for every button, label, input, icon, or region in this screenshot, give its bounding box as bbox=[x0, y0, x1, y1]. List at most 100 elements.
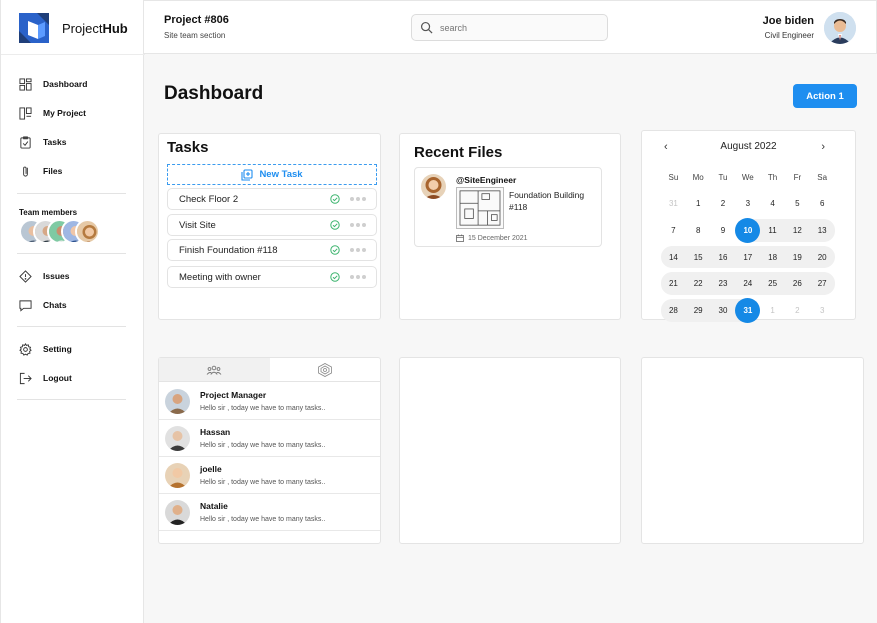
calendar-day[interactable]: 14 bbox=[661, 253, 686, 262]
calendar-day[interactable]: 3 bbox=[810, 306, 835, 315]
calendar-day[interactable]: 2 bbox=[711, 199, 736, 208]
calendar-day[interactable]: 5 bbox=[785, 199, 810, 208]
logo-mark-icon bbox=[19, 13, 49, 43]
calendar-day[interactable]: 12 bbox=[785, 226, 810, 235]
sidebar-divider bbox=[17, 399, 126, 400]
more-options-icon[interactable] bbox=[348, 197, 366, 201]
sidebar-divider bbox=[17, 193, 126, 194]
calendar-day[interactable]: 9 bbox=[711, 226, 736, 235]
calendar-day[interactable]: 30 bbox=[711, 306, 736, 315]
calendar-day[interactable]: 29 bbox=[686, 306, 711, 315]
tasks-card: Tasks New Task Check Floor 2 Visit Site … bbox=[158, 133, 381, 320]
calendar-day[interactable]: 17 bbox=[735, 253, 760, 262]
chat-message-preview: Hello sir , today we have to many tasks.… bbox=[200, 405, 326, 412]
task-label: Check Floor 2 bbox=[179, 193, 239, 205]
calendar-day[interactable]: 24 bbox=[735, 279, 760, 288]
sidebar-item-dashboard[interactable]: Dashboard bbox=[19, 75, 87, 93]
chat-item[interactable]: joelle Hello sir , today we have to many … bbox=[159, 457, 380, 494]
chat-name: Natalie bbox=[200, 501, 228, 511]
calendar-grid: Su Mo Tu We Th Fr Sa 31 1 2 3 4 5 6 7 8 9 10 11 12 13 14 15 16 1… bbox=[661, 164, 855, 324]
task-item[interactable]: Visit Site bbox=[167, 214, 377, 236]
sidebar-item-chats[interactable]: Chats bbox=[19, 296, 67, 314]
more-options-icon[interactable] bbox=[348, 223, 366, 227]
calendar-day[interactable]: 7 bbox=[661, 226, 686, 235]
sidebar-item-files[interactable]: Files bbox=[19, 162, 62, 180]
calendar-icon bbox=[456, 234, 464, 242]
calendar-day[interactable]: 2 bbox=[785, 306, 810, 315]
calendar-weekday: Su bbox=[668, 172, 679, 182]
tab-ai[interactable] bbox=[270, 358, 381, 381]
chat-item[interactable]: Hassan Hello sir , today we have to many … bbox=[159, 420, 380, 457]
calendar-week-row: 28 29 30 31 1 2 3 bbox=[661, 297, 855, 324]
calendar-week-row: 31 1 2 3 4 5 6 bbox=[661, 191, 855, 218]
chat-bubble-icon bbox=[19, 299, 32, 312]
calendar-day[interactable]: 21 bbox=[661, 279, 686, 288]
empty-card bbox=[641, 357, 864, 544]
calendar-day[interactable]: 11 bbox=[760, 226, 785, 235]
sidebar-item-logout[interactable]: Logout bbox=[19, 369, 72, 387]
file-item[interactable]: @SiteEngineer Foundation Building #118 1… bbox=[414, 167, 602, 247]
calendar-week-row: 21 22 23 24 25 26 27 bbox=[661, 270, 855, 297]
recent-files-title: Recent Files bbox=[414, 144, 503, 161]
calendar-day[interactable]: 31 bbox=[735, 297, 761, 323]
avatar[interactable] bbox=[75, 219, 100, 244]
file-date-text: 15 December 2021 bbox=[468, 234, 528, 242]
calendar-day[interactable]: 8 bbox=[686, 226, 711, 235]
calendar-weekday: Mo bbox=[692, 172, 704, 182]
calendar-day[interactable]: 15 bbox=[686, 253, 711, 262]
action-1-button[interactable]: Action 1 bbox=[793, 84, 857, 108]
calendar-day[interactable]: 4 bbox=[760, 199, 785, 208]
calendar-day[interactable]: 3 bbox=[735, 199, 760, 208]
chat-item[interactable]: Project Manager Hello sir , today we have… bbox=[159, 383, 380, 420]
avatar bbox=[165, 500, 190, 525]
brand-name: Project bbox=[62, 20, 103, 36]
sidebar-item-setting[interactable]: Setting bbox=[19, 340, 72, 358]
chevron-right-icon[interactable]: › bbox=[821, 141, 825, 153]
calendar-day[interactable]: 10 bbox=[735, 217, 761, 243]
user-role: Civil Engineer bbox=[764, 31, 814, 40]
search-input[interactable] bbox=[440, 22, 590, 33]
calendar-day[interactable]: 22 bbox=[686, 279, 711, 288]
tasks-title: Tasks bbox=[167, 139, 209, 156]
tab-team[interactable] bbox=[159, 358, 270, 381]
brand-logo[interactable]: ProjectHub bbox=[19, 13, 128, 43]
gear-icon bbox=[19, 342, 32, 356]
calendar-day[interactable]: 1 bbox=[760, 306, 785, 315]
task-item[interactable]: Meeting with owner bbox=[167, 266, 377, 288]
calendar-day[interactable]: 19 bbox=[785, 253, 810, 262]
calendar-day[interactable]: 27 bbox=[810, 279, 835, 288]
more-options-icon[interactable] bbox=[348, 248, 366, 252]
task-item[interactable]: Check Floor 2 bbox=[167, 188, 377, 210]
logout-icon bbox=[19, 372, 32, 384]
new-task-label: New Task bbox=[259, 169, 303, 180]
new-task-button[interactable]: New Task bbox=[167, 164, 377, 185]
calendar-day[interactable]: 28 bbox=[661, 306, 686, 315]
sidebar-item-tasks[interactable]: Tasks bbox=[19, 133, 66, 151]
check-circle-icon bbox=[330, 272, 340, 282]
floor-plan-thumbnail[interactable] bbox=[456, 187, 504, 229]
team-icon bbox=[206, 365, 222, 375]
calendar-day[interactable]: 16 bbox=[711, 253, 736, 262]
calendar-card: ‹ August 2022 › Su Mo Tu We Th Fr Sa 31 1 2 3 4 5 6 7 8… bbox=[641, 130, 856, 323]
calendar-day[interactable]: 26 bbox=[785, 279, 810, 288]
calendar-day[interactable]: 23 bbox=[711, 279, 736, 288]
file-uploader-handle: @SiteEngineer bbox=[456, 175, 517, 185]
calendar-day[interactable]: 13 bbox=[810, 226, 835, 235]
sidebar-item-my-project[interactable]: My Project bbox=[19, 104, 86, 122]
sidebar-item-issues[interactable]: Issues bbox=[19, 267, 69, 285]
search-box[interactable] bbox=[411, 14, 608, 41]
calendar-day[interactable]: 18 bbox=[760, 253, 785, 262]
calendar-day[interactable]: 31 bbox=[661, 199, 686, 208]
calendar-day[interactable]: 25 bbox=[760, 279, 785, 288]
more-options-icon[interactable] bbox=[348, 275, 366, 279]
project-icon bbox=[19, 106, 32, 120]
paperclip-icon bbox=[23, 166, 28, 177]
user-avatar[interactable] bbox=[824, 12, 856, 44]
calendar-day[interactable]: 20 bbox=[810, 253, 835, 262]
calendar-day[interactable]: 6 bbox=[810, 199, 835, 208]
avatar bbox=[165, 426, 190, 451]
chat-item[interactable]: Natalie Hello sir , today we have to many… bbox=[159, 494, 380, 531]
team-members-label: Team members bbox=[19, 208, 78, 217]
calendar-day[interactable]: 1 bbox=[686, 199, 711, 208]
task-item[interactable]: Finish Foundation #118 bbox=[167, 239, 377, 261]
